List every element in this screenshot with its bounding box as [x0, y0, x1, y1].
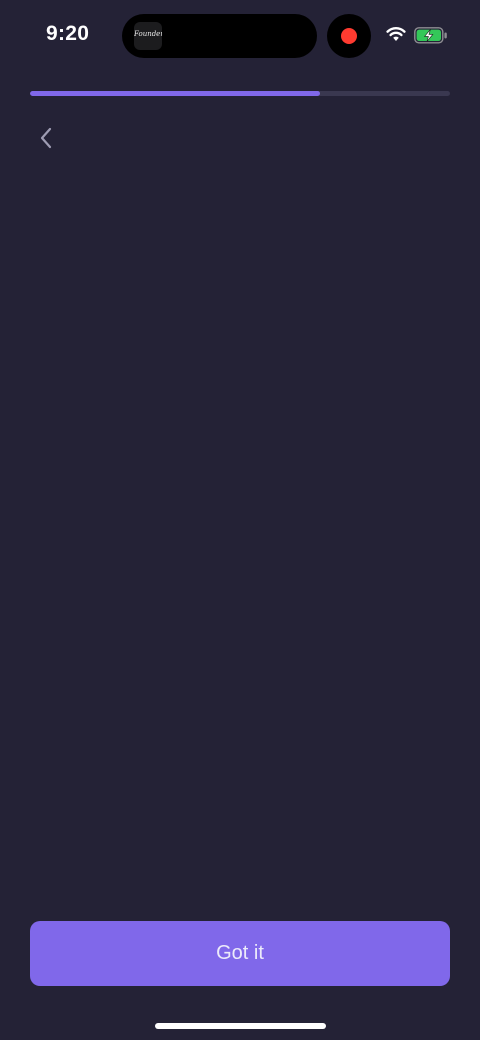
battery-charging-icon — [414, 27, 447, 44]
got-it-button[interactable]: Got it — [30, 921, 450, 986]
screen-recording-indicator — [327, 14, 371, 58]
dynamic-island: Founders — [122, 14, 317, 58]
home-indicator[interactable] — [155, 1023, 326, 1029]
wifi-icon — [386, 27, 406, 41]
chevron-left-icon — [40, 127, 52, 149]
onboarding-screen: 9:20 Founders Got it — [0, 0, 480, 1040]
onboarding-progress-bar — [30, 91, 450, 96]
record-dot-icon — [341, 28, 357, 44]
status-bar-time: 9:20 — [46, 22, 90, 45]
island-app-thumbnail: Founders — [134, 22, 162, 50]
progress-fill — [30, 91, 320, 96]
back-button[interactable] — [26, 118, 66, 158]
island-app-label: Founders — [134, 30, 162, 38]
